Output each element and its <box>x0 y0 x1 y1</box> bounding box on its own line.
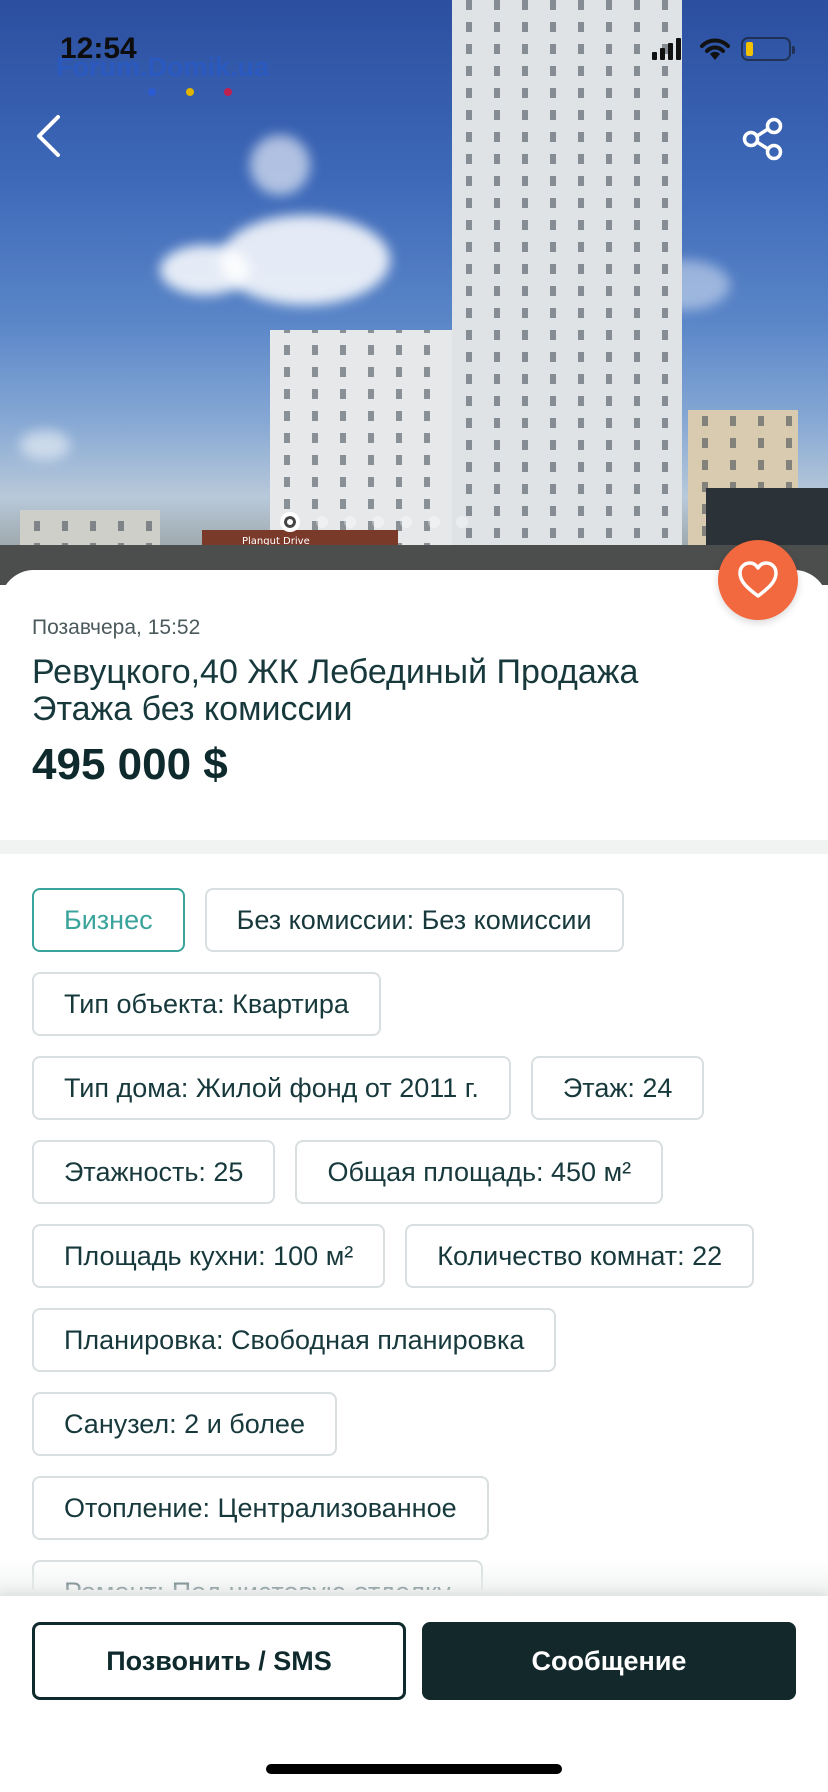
status-bar: Forum.Domik.ua 12:54 <box>0 0 828 96</box>
attribute-chip: Этаж: 24 <box>530 1056 705 1120</box>
attribute-chip: Площадь кухни: 100 м² <box>32 1224 386 1288</box>
carousel-dot[interactable] <box>344 516 356 528</box>
favorite-button[interactable] <box>718 540 798 620</box>
attribute-chip: Количество комнат: 22 <box>405 1224 755 1288</box>
battery-icon <box>741 37 795 61</box>
cloud <box>250 135 310 195</box>
back-button[interactable] <box>26 108 70 164</box>
status-time: 12:54 <box>60 32 137 65</box>
chevron-left-icon <box>37 115 60 157</box>
attribute-chip: Планировка: Свободная планировка <box>32 1308 557 1372</box>
attribute-row: Тип объекта: Квартира <box>32 972 812 1036</box>
message-button[interactable]: Сообщение <box>422 1622 796 1700</box>
property-attributes: Бизнес Без комиссии: Без комиссии Тип объе… <box>32 888 812 1590</box>
attribute-row: Санузел: 2 и более <box>32 1392 812 1456</box>
section-divider <box>0 840 828 854</box>
heart-icon <box>738 561 778 598</box>
call-sms-button[interactable]: Позвонить / SMS <box>32 1622 406 1700</box>
attribute-row: Бизнес Без комиссии: Без комиссии <box>32 888 812 952</box>
listing-title: Ревуцкого,40 ЖК Лебединый Продажа Этажа … <box>32 653 639 728</box>
share-icon <box>742 117 783 161</box>
attribute-row: Планировка: Свободная планировка <box>32 1308 812 1372</box>
cellular-signal-icon <box>652 38 681 60</box>
attribute-chip: Этажность: 25 <box>32 1140 276 1204</box>
listing-date: Позавчера, 15:52 <box>32 616 201 639</box>
attribute-row: Этажность: 25 Общая площадь: 450 м² <box>32 1140 812 1204</box>
bottom-action-bar: Позвонить / SMS Сообщение <box>0 1596 828 1792</box>
attribute-chip: Без комиссии: Без комиссии <box>204 888 624 952</box>
cloud <box>160 245 250 295</box>
carousel-dots <box>0 512 828 532</box>
cloud <box>20 430 70 460</box>
carousel-dot[interactable] <box>316 516 328 528</box>
listing-price: 495 000 $ <box>32 740 228 789</box>
attribute-chip: Общая площадь: 450 м² <box>295 1140 664 1204</box>
attribute-row: Тип дома: Жилой фонд от 2011 г. Этаж: 24 <box>32 1056 812 1120</box>
attribute-chip: Санузел: 2 и более <box>32 1392 337 1456</box>
carousel-dot[interactable] <box>372 516 384 528</box>
carousel-dot[interactable] <box>400 516 412 528</box>
share-button[interactable] <box>738 112 788 166</box>
carousel-dot[interactable] <box>428 516 440 528</box>
attribute-row: Площадь кухни: 100 м² Количество комнат: … <box>32 1224 812 1288</box>
attribute-chip: Отопление: Централизованное <box>32 1476 489 1540</box>
category-chip[interactable]: Бизнес <box>32 888 185 952</box>
watermark-dots <box>148 88 232 96</box>
home-indicator <box>266 1764 562 1774</box>
attribute-chip: Тип объекта: Квартира <box>32 972 381 1036</box>
carousel-dot[interactable] <box>456 516 468 528</box>
attribute-chip: Тип дома: Жилой фонд от 2011 г. <box>32 1056 511 1120</box>
scroll-fade <box>0 1560 828 1600</box>
carousel-dot[interactable] <box>280 512 300 532</box>
wifi-icon <box>700 38 730 60</box>
attribute-row: Отопление: Централизованное <box>32 1476 812 1540</box>
